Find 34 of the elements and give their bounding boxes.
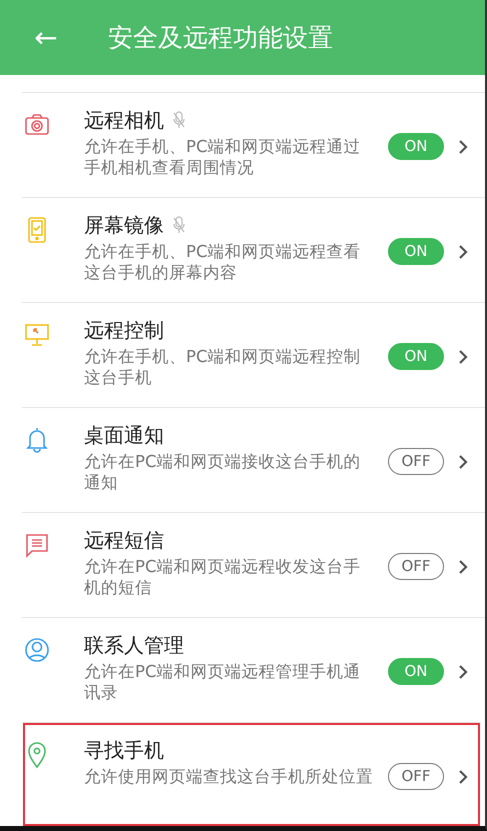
setting-title: 远程相机 (84, 107, 164, 133)
toggle-switch[interactable]: ON (388, 343, 444, 370)
setting-title: 联系人管理 (84, 632, 184, 658)
setting-description: 允许在手机、PC端和网页端远程通过手机相机查看周围情况 (84, 136, 362, 178)
chevron-right-icon[interactable] (457, 663, 469, 681)
toggle-switch[interactable]: ON (388, 238, 444, 265)
toggle-switch[interactable]: ON (388, 658, 444, 685)
setting-description: 允许使用网页端查找这台手机所处位置 (84, 766, 374, 787)
chevron-right-icon[interactable] (457, 243, 469, 261)
setting-description: 允许在PC端和网页端远程收发这台手机的短信 (84, 556, 362, 598)
monitor-icon (24, 321, 50, 349)
back-button[interactable]: ← (30, 24, 62, 52)
toggle-switch[interactable]: OFF (388, 553, 444, 580)
chevron-right-icon[interactable] (457, 768, 469, 786)
setting-description: 允许在PC端和网页端远程管理手机通讯录 (84, 661, 362, 703)
setting-description: 允许在PC端和网页端接收这台手机的通知 (84, 451, 362, 493)
message-icon (24, 531, 50, 559)
chevron-right-icon[interactable] (457, 453, 469, 471)
toggle-switch[interactable]: OFF (388, 763, 444, 790)
bell-icon (24, 426, 50, 454)
chevron-right-icon[interactable] (457, 558, 469, 576)
setting-title: 远程控制 (84, 317, 164, 343)
chevron-right-icon[interactable] (457, 348, 469, 366)
setting-title: 寻找手机 (84, 737, 164, 763)
setting-title: 远程短信 (84, 527, 164, 553)
setting-title: 桌面通知 (84, 422, 164, 448)
chevron-right-icon[interactable] (457, 138, 469, 156)
toggle-switch[interactable]: ON (388, 133, 444, 160)
toggle-switch[interactable]: OFF (388, 448, 444, 475)
setting-title: 屏幕镜像 (84, 212, 164, 238)
setting-description: 允许在手机、PC端和网页端远程查看这台手机的屏幕内容 (84, 241, 362, 283)
person-icon (24, 636, 50, 664)
page-title: 安全及远程功能设置 (108, 22, 333, 54)
setting-description: 允许在手机、PC端和网页端远程控制这台手机 (84, 346, 362, 388)
